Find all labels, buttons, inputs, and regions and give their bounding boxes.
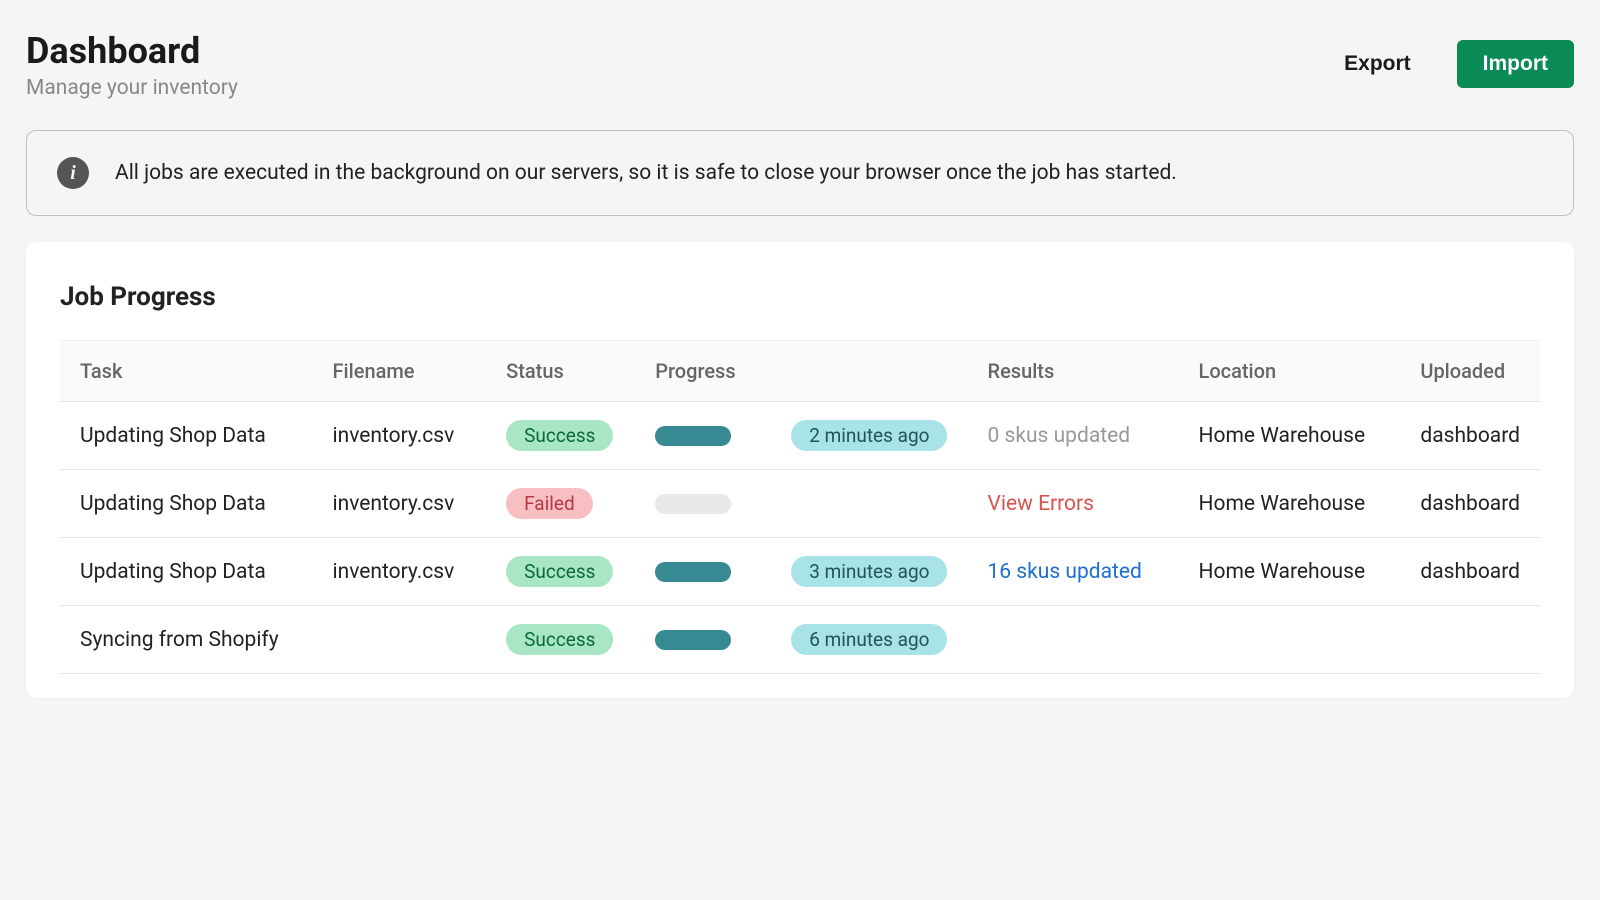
job-progress-card: Job Progress Task Filename Status Progre… <box>26 242 1574 698</box>
col-location: Location <box>1179 341 1401 402</box>
view-errors-link[interactable]: View Errors <box>987 492 1094 516</box>
col-results: Results <box>967 341 1178 402</box>
progress-wrap: 3 minutes ago <box>655 556 947 587</box>
info-icon: i <box>57 157 89 189</box>
table-row: Syncing from Shopify Success 6 minutes ago <box>60 606 1540 674</box>
import-button[interactable]: Import <box>1457 40 1574 88</box>
progress-bar <box>655 494 731 514</box>
cell-progress: 2 minutes ago <box>635 402 967 470</box>
cell-status: Success <box>486 538 635 606</box>
cell-filename: inventory.csv <box>313 470 487 538</box>
cell-filename <box>313 606 487 674</box>
time-pill: 2 minutes ago <box>791 420 947 451</box>
cell-status: Failed <box>486 470 635 538</box>
page: Dashboard Manage your inventory Export I… <box>0 0 1600 728</box>
job-progress-title: Job Progress <box>60 282 1540 312</box>
progress-bar <box>655 562 731 582</box>
results-link[interactable]: 16 skus updated <box>987 560 1141 584</box>
cell-results <box>967 606 1178 674</box>
cell-location: Home Warehouse <box>1179 402 1401 470</box>
cell-progress: 3 minutes ago <box>635 538 967 606</box>
cell-uploaded: dashboard <box>1400 538 1540 606</box>
col-progress: Progress <box>635 341 967 402</box>
time-pill: 6 minutes ago <box>791 624 947 655</box>
status-badge: Failed <box>506 488 593 519</box>
col-status: Status <box>486 341 635 402</box>
cell-task: Updating Shop Data <box>60 470 313 538</box>
progress-bar <box>655 426 731 446</box>
progress-wrap: 6 minutes ago <box>655 624 947 655</box>
cell-filename: inventory.csv <box>313 402 487 470</box>
cell-location: Home Warehouse <box>1179 538 1401 606</box>
cell-location: Home Warehouse <box>1179 470 1401 538</box>
col-filename: Filename <box>313 341 487 402</box>
header-actions: Export Import <box>1318 30 1574 88</box>
title-block: Dashboard Manage your inventory <box>26 30 238 100</box>
cell-uploaded: dashboard <box>1400 470 1540 538</box>
page-header: Dashboard Manage your inventory Export I… <box>26 30 1574 100</box>
cell-task: Updating Shop Data <box>60 538 313 606</box>
job-table: Task Filename Status Progress Results Lo… <box>60 340 1540 674</box>
job-table-header-row: Task Filename Status Progress Results Lo… <box>60 341 1540 402</box>
status-badge: Success <box>506 556 613 587</box>
cell-task: Updating Shop Data <box>60 402 313 470</box>
cell-results: View Errors <box>967 470 1178 538</box>
cell-progress <box>635 470 967 538</box>
col-uploaded: Uploaded <box>1400 341 1540 402</box>
page-title: Dashboard <box>26 30 238 72</box>
info-banner: i All jobs are executed in the backgroun… <box>26 130 1574 216</box>
cell-status: Success <box>486 402 635 470</box>
progress-bar <box>655 630 731 650</box>
status-badge: Success <box>506 624 613 655</box>
info-banner-text: All jobs are executed in the background … <box>115 161 1177 185</box>
progress-wrap: 2 minutes ago <box>655 420 947 451</box>
table-row: Updating Shop Datainventory.csv Success 3 … <box>60 538 1540 606</box>
cell-uploaded: dashboard <box>1400 402 1540 470</box>
results-text: 0 skus updated <box>987 424 1130 448</box>
cell-uploaded <box>1400 606 1540 674</box>
cell-progress: 6 minutes ago <box>635 606 967 674</box>
page-subtitle: Manage your inventory <box>26 76 238 100</box>
cell-results: 16 skus updated <box>967 538 1178 606</box>
table-row: Updating Shop Datainventory.csv Success 2 … <box>60 402 1540 470</box>
cell-results: 0 skus updated <box>967 402 1178 470</box>
col-task: Task <box>60 341 313 402</box>
job-table-scroll[interactable]: Task Filename Status Progress Results Lo… <box>60 340 1540 674</box>
cell-task: Syncing from Shopify <box>60 606 313 674</box>
cell-location <box>1179 606 1401 674</box>
status-badge: Success <box>506 420 613 451</box>
cell-status: Success <box>486 606 635 674</box>
time-pill: 3 minutes ago <box>791 556 947 587</box>
export-button[interactable]: Export <box>1318 40 1437 88</box>
cell-filename: inventory.csv <box>313 538 487 606</box>
table-row: Updating Shop Datainventory.csv Failed Vie… <box>60 470 1540 538</box>
progress-wrap <box>655 494 947 514</box>
